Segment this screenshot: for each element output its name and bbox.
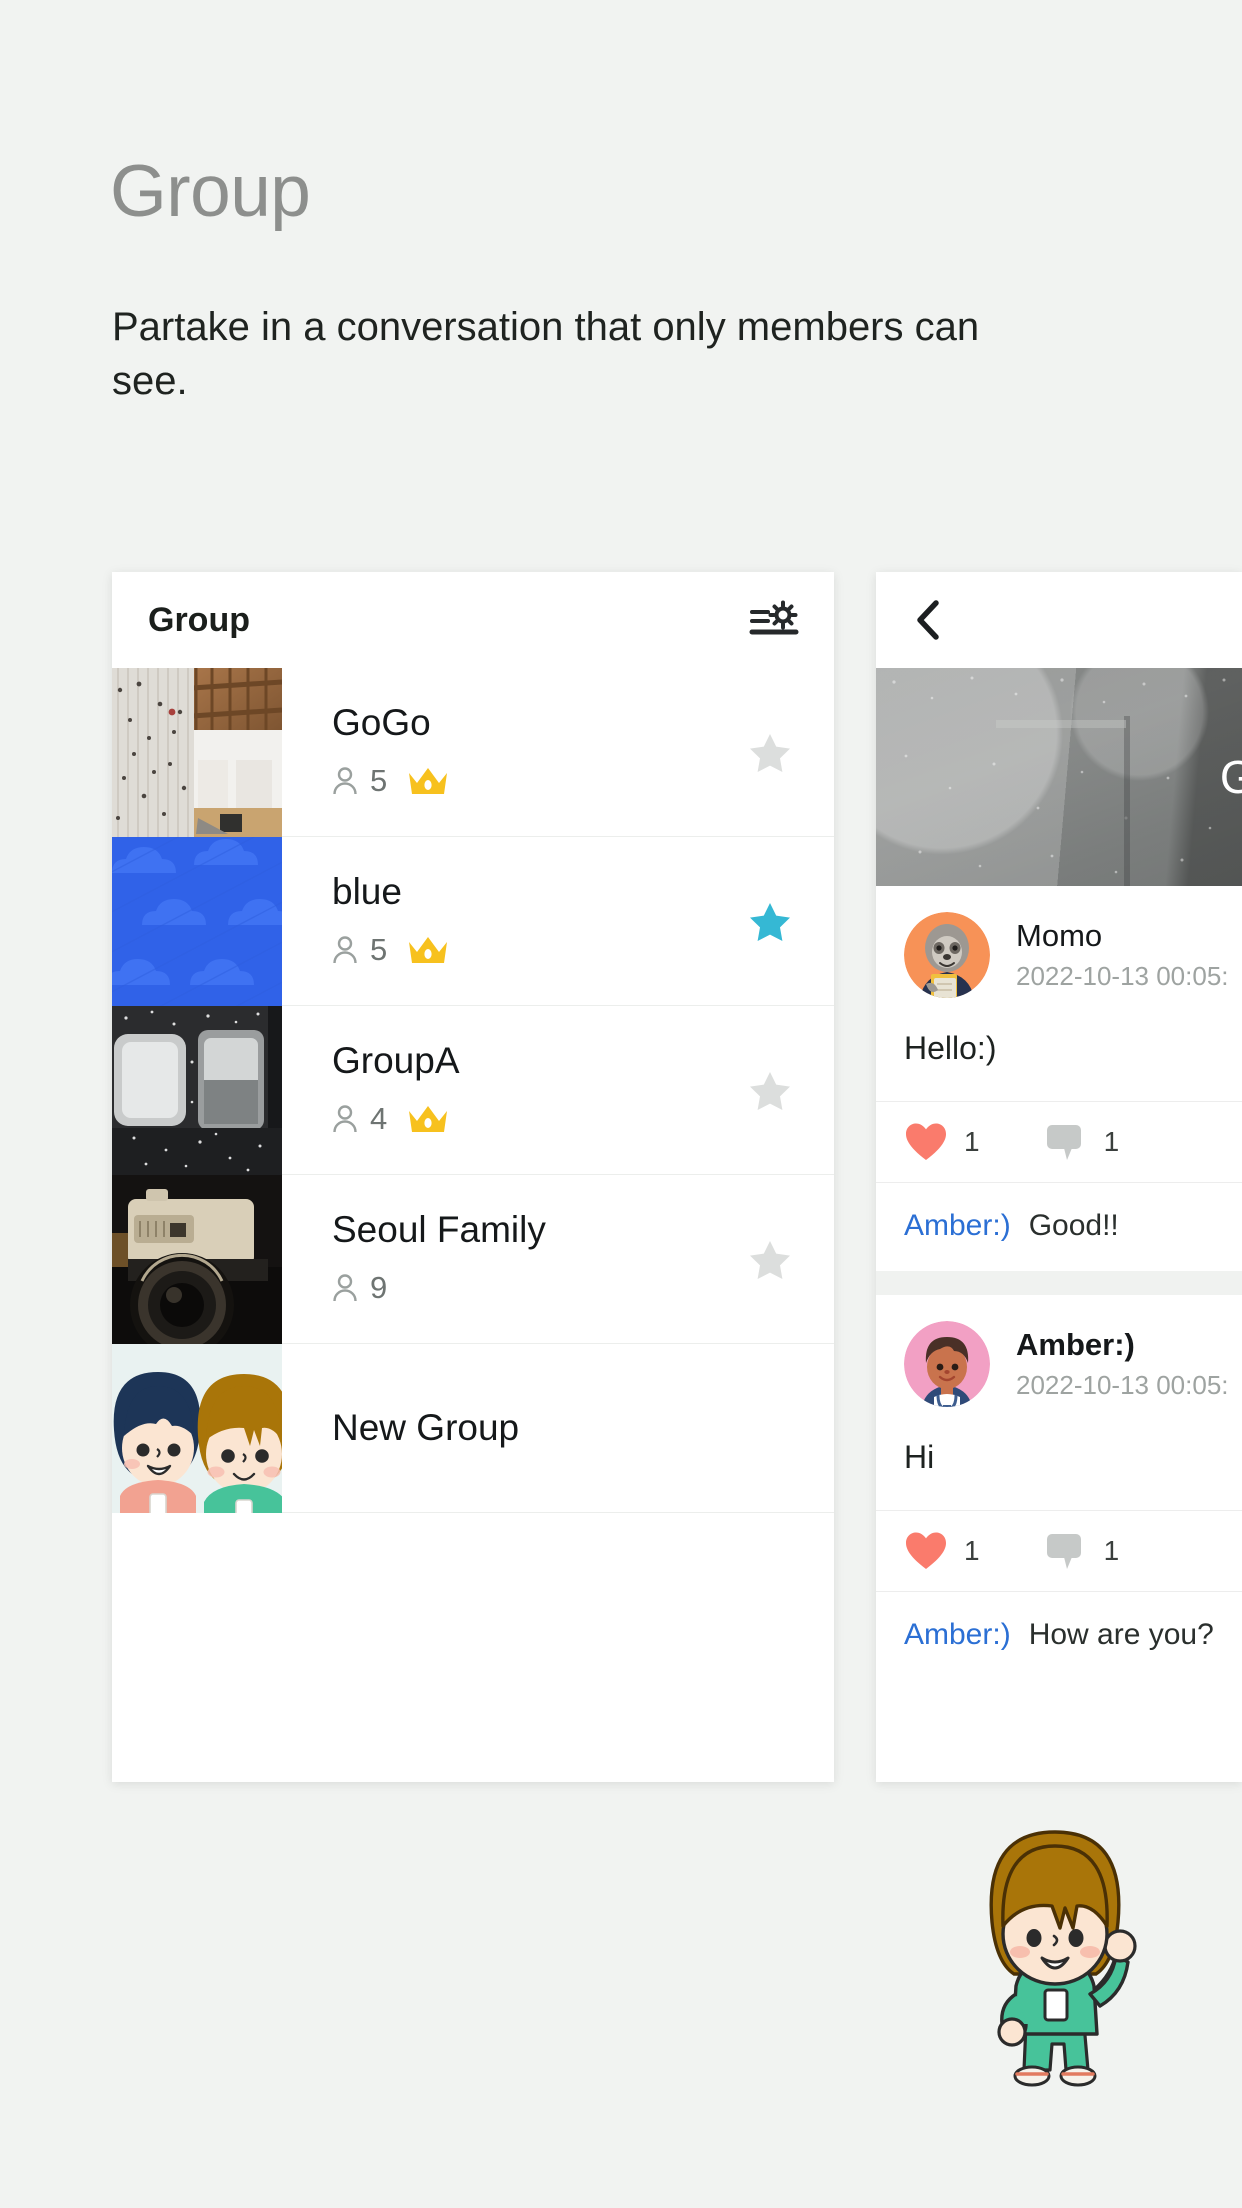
like-reaction[interactable]: 1 xyxy=(904,1122,980,1162)
post-author: Momo xyxy=(1016,917,1103,953)
favorite-star-button[interactable] xyxy=(748,899,792,943)
heart-icon[interactable] xyxy=(904,1122,948,1162)
like-count: 1 xyxy=(964,1126,980,1157)
group-list-empty-space xyxy=(112,1513,834,1782)
member-count: 4 xyxy=(370,1101,388,1137)
group-panel-header: Group xyxy=(112,572,834,668)
crown-icon xyxy=(407,765,449,797)
group-thumbnail xyxy=(112,1344,282,1513)
member-count: 9 xyxy=(370,1270,388,1306)
post-reaction-bar: 1 1 xyxy=(876,1510,1242,1592)
group-thumbnail xyxy=(112,1175,282,1344)
comment-text: Good!! xyxy=(1028,1209,1119,1242)
group-list: GoGo 5 blue 5 GroupA 4 Seoul Family 9 Ne… xyxy=(112,668,834,1513)
post-body: Hi xyxy=(904,1439,935,1475)
group-row-body: New Group xyxy=(282,1344,834,1512)
group-cover-title: Gr xyxy=(1219,751,1242,803)
table-row[interactable]: New Group xyxy=(112,1344,834,1513)
back-chevron-icon[interactable] xyxy=(912,597,946,643)
post-timestamp: 2022-10-13 00:05: xyxy=(1016,1370,1229,1401)
heart-icon[interactable] xyxy=(904,1531,948,1571)
comment-bubble-icon[interactable] xyxy=(1044,1531,1088,1571)
group-thumbnail xyxy=(112,837,282,1006)
page-root: Group Partake in a conversation that onl… xyxy=(0,0,1242,2208)
post-header: Momo 2022-10-13 00:05: xyxy=(876,886,1242,1012)
table-row[interactable]: GoGo 5 xyxy=(112,668,834,837)
comment-count: 1 xyxy=(1103,1535,1120,1566)
star-icon xyxy=(750,903,790,941)
post-author: Amber:) xyxy=(1016,1326,1135,1362)
person-icon xyxy=(332,1273,358,1303)
favorite-star-button[interactable] xyxy=(748,730,792,774)
page-subtitle: Partake in a conversation that only memb… xyxy=(112,305,980,403)
comment-author[interactable]: Amber:) xyxy=(904,1209,1011,1243)
post-timestamp: 2022-10-13 00:05: xyxy=(1016,961,1229,992)
favorite-star-button[interactable] xyxy=(748,1068,792,1112)
crown-icon xyxy=(407,1103,449,1135)
avatar[interactable] xyxy=(904,912,990,998)
group-name: New Group xyxy=(332,1406,520,1448)
star-icon xyxy=(750,734,790,772)
person-icon xyxy=(332,935,358,965)
comment-reaction[interactable]: 1 xyxy=(1044,1122,1120,1162)
favorite-star-button[interactable] xyxy=(748,1237,792,1281)
feed-panel-header xyxy=(876,572,1242,668)
comment-reaction[interactable]: 1 xyxy=(1044,1531,1120,1571)
group-panel-title: Group xyxy=(148,600,250,639)
post-comment[interactable]: Amber:) How are you? xyxy=(876,1592,1242,1680)
like-count: 1 xyxy=(964,1535,980,1566)
group-thumbnail xyxy=(112,1006,282,1175)
table-row[interactable]: Seoul Family 9 xyxy=(112,1175,834,1344)
comment-author[interactable]: Amber:) xyxy=(904,1618,1011,1652)
star-icon xyxy=(750,1072,790,1110)
comment-bubble-icon[interactable] xyxy=(1044,1122,1088,1162)
table-row[interactable]: GroupA 4 xyxy=(112,1006,834,1175)
person-icon xyxy=(332,1104,358,1134)
member-count: 5 xyxy=(370,763,388,799)
post-header: Amber:) 2022-10-13 00:05: xyxy=(876,1295,1242,1421)
post-feed: Momo 2022-10-13 00:05: Hello:) 1 1 Amber… xyxy=(876,886,1242,1680)
waving-girl-mascot xyxy=(970,1818,1140,2096)
feed-separator xyxy=(876,1271,1242,1295)
group-feed-panel: Gr xyxy=(876,572,1242,1782)
comment-count: 1 xyxy=(1103,1126,1120,1157)
crown-icon xyxy=(407,934,449,966)
page-title: Group xyxy=(110,151,311,232)
avatar[interactable] xyxy=(904,1321,990,1407)
post-body: Hello:) xyxy=(904,1030,997,1066)
table-row[interactable]: blue 5 xyxy=(112,837,834,1006)
settings-sliders-icon[interactable] xyxy=(748,597,800,643)
member-count: 5 xyxy=(370,932,388,968)
group-thumbnail xyxy=(112,668,282,837)
feed-post: Momo 2022-10-13 00:05: Hello:) 1 1 Amber… xyxy=(876,886,1242,1271)
post-reaction-bar: 1 1 xyxy=(876,1101,1242,1183)
post-comment[interactable]: Amber:) Good!! xyxy=(876,1183,1242,1271)
post-identity: Amber:) 2022-10-13 00:05: xyxy=(990,1327,1229,1402)
group-cover-image: Gr xyxy=(876,668,1242,886)
comment-text: How are you? xyxy=(1028,1618,1214,1651)
person-icon xyxy=(332,766,358,796)
feed-post: Amber:) 2022-10-13 00:05: Hi 1 1 Amber:)… xyxy=(876,1295,1242,1680)
star-icon xyxy=(750,1241,790,1279)
like-reaction[interactable]: 1 xyxy=(904,1531,980,1571)
group-list-panel: Group GoGo 5 blue 5 GroupA 4 Seoul Famil… xyxy=(112,572,834,1782)
post-identity: Momo 2022-10-13 00:05: xyxy=(990,918,1229,993)
